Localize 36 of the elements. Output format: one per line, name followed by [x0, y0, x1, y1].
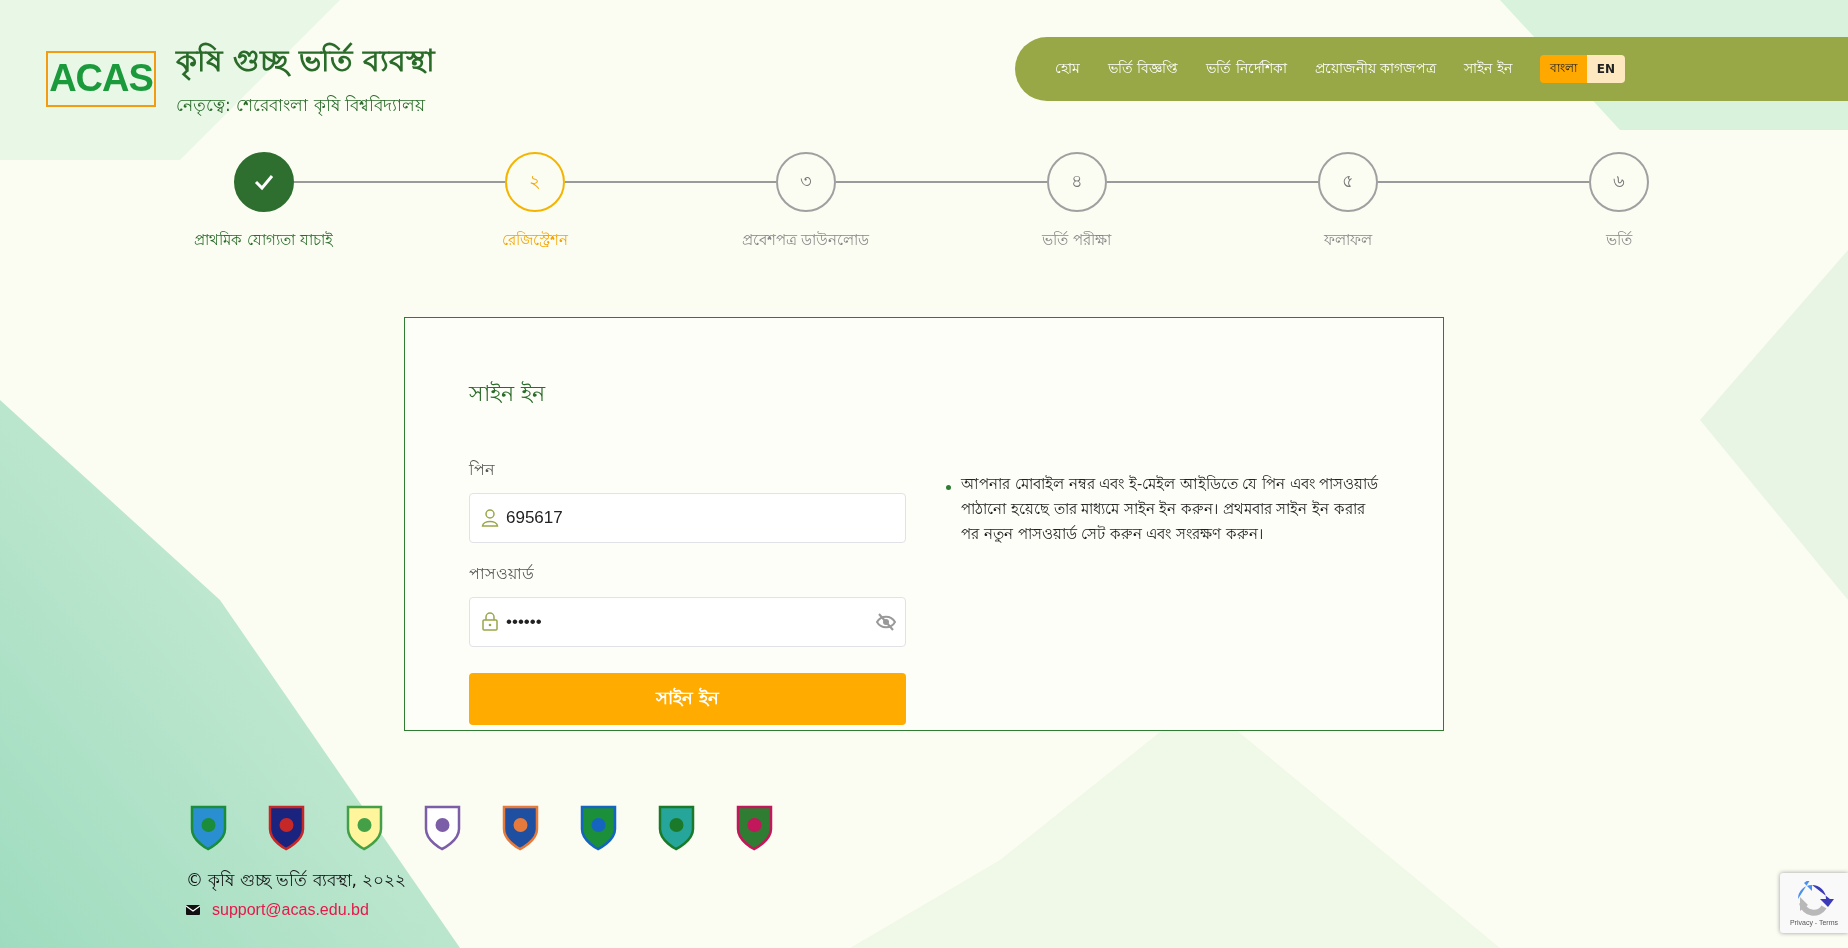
step-circle: ৪ [1046, 152, 1107, 212]
step-label: প্রাথমিক যোগ্যতা যাচাই [194, 230, 333, 251]
step-circle: ৩ [775, 152, 836, 212]
language-button[interactable]: বাংলা [1539, 55, 1587, 83]
step-label: রেজিস্ট্রেশন [501, 230, 568, 251]
nav-link[interactable]: প্রয়োজনীয় কাগজপত্র [1314, 57, 1437, 81]
eye-slash-icon[interactable] [876, 612, 897, 632]
step-label: ফলাফল [1323, 230, 1372, 251]
user-icon [481, 508, 499, 528]
step-circle: ২ [504, 152, 565, 212]
site-subtitle: নেতৃত্বে: শেরেবাংলা কৃষি বিশ্ববিদ্যালয় [176, 94, 427, 118]
step-label: প্রবেশপত্র ডাউনলোড [741, 230, 870, 251]
pin-field[interactable]: 695617 [469, 493, 907, 543]
step-label: ভর্তি পরীক্ষা [1042, 230, 1111, 251]
language-button[interactable]: EN [1586, 55, 1626, 83]
nav-link[interactable]: ভর্তি বিজ্ঞপ্তি [1108, 57, 1179, 81]
nav-link[interactable]: সাইন ইন [1464, 57, 1512, 81]
check-icon [253, 173, 274, 191]
lock-icon [481, 612, 499, 632]
instruction-text: আপনার মোবাইল নম্বর এবং ই-মেইল আইডিতে যে পিন এবং পাসওয়ার্ড পাঠানো হয়েছে তার মাধ্যমে সাইন ইন করুন। প্রথমবার সাইন ইন করার পর নতুন পাসওয়ার্ড সেট করুন এবং সংরক্ষণ করুন। [961, 474, 1379, 545]
password-field[interactable]: •••••• [469, 597, 907, 647]
envelope-icon [186, 905, 200, 915]
site-title: কৃষি গুচ্ছ ভর্তি ব্যবস্থা [176, 37, 436, 88]
step-label: ভর্তি [1605, 230, 1632, 251]
field-label: পাসওয়ার্ড [469, 563, 535, 585]
field-label: পিন [469, 459, 496, 481]
sign-in-button[interactable]: সাইন ইন [469, 673, 907, 725]
nav-link[interactable]: হোম [1055, 57, 1080, 81]
bullet-icon [946, 485, 952, 490]
form-title: সাইন ইন [469, 380, 547, 408]
step-circle: ৫ [1317, 152, 1378, 212]
nav-link[interactable]: ভর্তি নির্দেশিকা [1206, 57, 1287, 81]
step-circle: ৬ [1588, 152, 1649, 212]
copyright-text: © কৃষি গুচ্ছ ভর্তি ব্যবস্থা, ২০২২ [186, 869, 407, 893]
site-logo[interactable]: ACAS [46, 50, 156, 107]
email-link[interactable]: support@acas.edu.bd [212, 901, 369, 919]
